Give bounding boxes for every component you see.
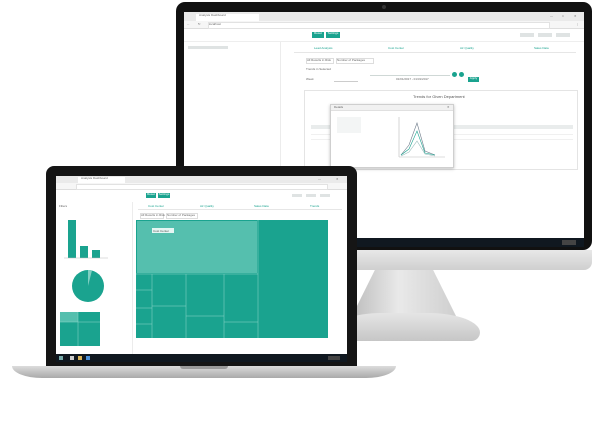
bar xyxy=(80,246,88,258)
monitor-dialog-title: Details xyxy=(334,105,344,109)
laptop-sidebar-pie-chart xyxy=(72,269,104,302)
treemap-cell xyxy=(60,312,78,322)
monitor-range-slider[interactable] xyxy=(370,75,450,76)
laptop-tab-sales-data[interactable]: Sales Data xyxy=(254,205,269,208)
monitor-filter-label: Trends in Selected xyxy=(306,67,331,71)
laptop-sidebar: Filters xyxy=(56,202,133,354)
monitor-apply-button[interactable]: Apply xyxy=(468,77,479,82)
treemap-cell[interactable] xyxy=(187,275,223,315)
laptop-taskbar xyxy=(56,354,347,362)
window-minimize-icon[interactable]: — xyxy=(550,15,553,18)
treemap-cell[interactable] xyxy=(259,221,327,337)
laptop-toolbar-chip[interactable] xyxy=(320,194,330,197)
windows-start-icon[interactable] xyxy=(59,356,63,360)
laptop-tabbar: Analysis Dashboard — ✕ xyxy=(56,176,347,183)
bar xyxy=(68,220,76,258)
monitor-tab-cost-center[interactable]: Cost Center xyxy=(388,47,404,50)
dialog-close-icon[interactable]: ✕ xyxy=(447,106,450,109)
monitor-dialog-titlebar: Details ✕ xyxy=(331,105,453,111)
monitor-camera xyxy=(382,5,386,9)
monitor-tabbar: Analysis Dashboard — □ ✕ xyxy=(184,12,584,21)
monitor-tab-sales-data[interactable]: Sales Data xyxy=(534,47,549,50)
laptop-filter-chip-2[interactable]: Number of Packages xyxy=(166,213,198,219)
monitor-filter-chip-1[interactable]: All Results in Risk xyxy=(306,58,334,64)
treemap-cell[interactable] xyxy=(225,275,257,321)
taskbar-clock xyxy=(562,240,576,245)
monitor-week-label: Week xyxy=(306,77,314,81)
window-maximize-icon[interactable]: □ xyxy=(562,15,564,18)
monitor-panel-title: Trends for Given Department xyxy=(413,94,465,99)
taskbar-app-icon[interactable] xyxy=(78,356,82,360)
monitor-date-range: 01/01/2017 - 01/31/2017 xyxy=(396,77,429,81)
laptop-sidebar-title: Filters xyxy=(59,204,68,208)
monitor-slider-handle-end[interactable] xyxy=(459,72,464,77)
laptop-reset-button[interactable]: Reset xyxy=(146,193,156,198)
laptop-settings-button[interactable]: Settings xyxy=(158,193,170,198)
laptop-toolbar-chip[interactable] xyxy=(306,194,316,197)
reload-icon[interactable]: ↻ xyxy=(198,23,201,26)
treemap-cell[interactable] xyxy=(137,275,151,337)
laptop-addressbar xyxy=(56,183,347,190)
taskbar-app-icon[interactable] xyxy=(70,356,74,360)
laptop-screen: Analysis Dashboard — ✕ Reset Settings Fi… xyxy=(56,176,347,362)
monitor-toolbar-chip[interactable] xyxy=(556,33,570,37)
monitor-settings-button[interactable]: Settings xyxy=(326,32,340,38)
laptop-treemap: Cost Center xyxy=(136,220,328,338)
monitor-toolbar-chip[interactable] xyxy=(538,33,552,37)
window-close-icon[interactable]: ✕ xyxy=(574,15,577,18)
chart-series-line xyxy=(400,122,436,156)
monitor-slider-handle-start[interactable] xyxy=(452,72,457,77)
monitor-stand-neck xyxy=(352,270,456,316)
laptop-sidebar-bar-chart xyxy=(64,220,108,259)
laptop-notch xyxy=(180,366,228,369)
laptop-toolbar-chip[interactable] xyxy=(292,194,302,197)
monitor-filter-chip-2[interactable]: Number of Packages xyxy=(336,58,374,64)
monitor-address-input[interactable]: localhost xyxy=(208,22,550,29)
laptop-tab-air-quality[interactable]: Air Quality xyxy=(200,205,214,208)
taskbar-app-icon[interactable] xyxy=(86,356,90,360)
treemap-cell[interactable] xyxy=(153,275,185,305)
laptop-sidebar-mini-treemap xyxy=(60,312,100,346)
laptop-tab-cost-center[interactable]: Cost Center xyxy=(148,205,164,208)
window-minimize-icon[interactable]: — xyxy=(318,178,321,181)
monitor-tab-lead-analysis[interactable]: Lead Analysis xyxy=(314,47,333,50)
treemap-tooltip-label: Cost Center xyxy=(153,229,169,233)
laptop-filter-chip-1[interactable]: All Results in Risk xyxy=(140,213,165,219)
laptop-tab-trends[interactable]: Trends xyxy=(310,205,319,208)
monitor-toolbar-chip[interactable] xyxy=(520,33,534,37)
menu-icon[interactable]: ⋮ xyxy=(576,23,579,26)
monitor-addressbar: ← ↻ localhost ⋮ xyxy=(184,21,584,29)
monitor-dialog-list xyxy=(337,117,361,133)
monitor-browser-tab[interactable]: Analysis Dashboard xyxy=(196,14,259,21)
monitor-sidebar-header xyxy=(188,46,228,49)
monitor-reset-button[interactable]: Reset xyxy=(312,32,324,38)
bar xyxy=(92,250,100,258)
monitor-week-select[interactable] xyxy=(334,78,358,82)
monitor-details-dialog: Details ✕ xyxy=(330,104,454,168)
laptop-tab-row: Cost Center Air Quality Sales Data Trend… xyxy=(138,204,342,210)
laptop-address-input[interactable] xyxy=(76,184,328,190)
monitor-app-toolbar: Reset Settings xyxy=(184,29,584,42)
taskbar-clock xyxy=(328,356,340,360)
window-close-icon[interactable]: ✕ xyxy=(336,178,339,181)
back-arrow-icon[interactable]: ← xyxy=(187,23,190,26)
monitor-tab-air-quality[interactable]: Air Quality xyxy=(460,47,474,50)
monitor-tab-row: Lead Analysis Cost Center Air Quality Sa… xyxy=(294,46,576,53)
monitor-dialog-line-chart xyxy=(398,117,445,158)
